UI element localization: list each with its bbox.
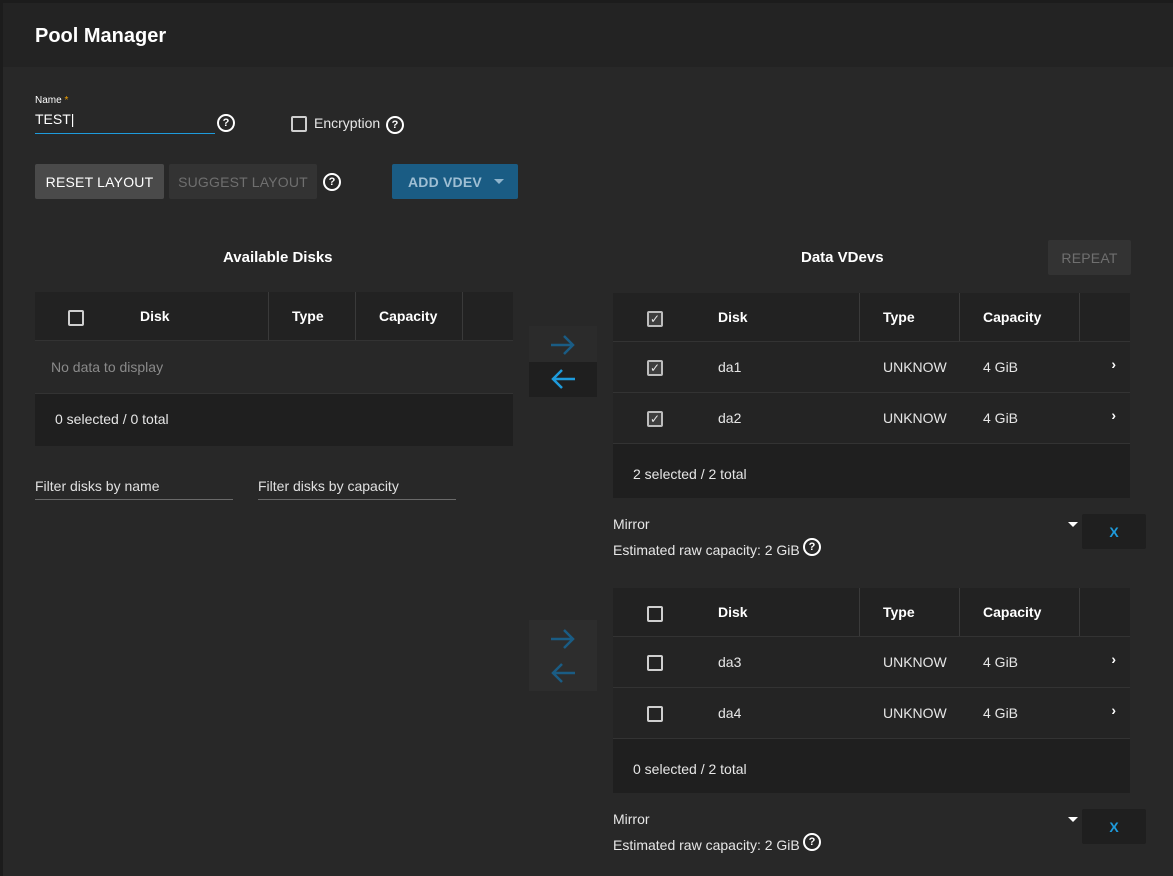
column-divider — [859, 588, 860, 636]
vdev-group-2-footer: 0 selected / 2 total — [633, 761, 747, 777]
repeat-button[interactable]: REPEAT — [1048, 240, 1131, 275]
disk-capacity: 4 GiB — [983, 410, 1019, 426]
table-row[interactable]: da4 UNKNOW 4 GiB › — [613, 688, 1130, 739]
empty-message: No data to display — [51, 359, 164, 375]
move-left-arrow-icon[interactable] — [529, 656, 597, 690]
column-divider — [268, 292, 269, 340]
pool-manager-panel: Pool Manager Name * TEST| ? Encryption ?… — [3, 3, 1173, 876]
text-cursor: | — [70, 111, 75, 127]
row-checkbox[interactable]: ✓ — [647, 360, 663, 376]
disk-type: UNKNOW — [883, 410, 947, 426]
reset-layout-button[interactable]: RESET LAYOUT — [35, 164, 164, 199]
chevron-right-icon[interactable]: › — [1111, 407, 1116, 423]
add-vdev-button[interactable]: ADD VDEV — [392, 164, 518, 199]
row-checkbox[interactable]: ✓ — [647, 411, 663, 427]
page-header: Pool Manager — [3, 3, 1173, 67]
chevron-right-icon[interactable]: › — [1111, 356, 1116, 372]
available-disks-footer: 0 selected / 0 total — [55, 411, 169, 427]
vdev-1-capacity-help-icon[interactable]: ? — [803, 538, 821, 556]
vdev-2-capacity-help-icon[interactable]: ? — [803, 833, 821, 851]
select-all-vdev-2-checkbox[interactable] — [647, 606, 663, 622]
column-divider — [1079, 293, 1080, 341]
chevron-right-icon[interactable]: › — [1111, 702, 1116, 718]
vdev-1-layout-dropdown-icon[interactable] — [1068, 522, 1078, 527]
data-vdevs-title: Data VDevs — [801, 249, 884, 266]
disk-capacity: 4 GiB — [983, 359, 1019, 375]
disk-type: UNKNOW — [883, 359, 947, 375]
table-row[interactable]: ✓ da1 UNKNOW 4 GiB › — [613, 342, 1130, 393]
column-divider — [355, 292, 356, 340]
encryption-checkbox[interactable] — [291, 116, 307, 132]
move-right-arrow-icon[interactable] — [529, 328, 597, 362]
transfer-controls-1 — [529, 326, 597, 397]
row-checkbox[interactable] — [647, 655, 663, 671]
available-disks-table: Disk Type Capacity No data to display 0 … — [35, 292, 513, 446]
column-divider — [1079, 588, 1080, 636]
vdev-1-estimated-capacity: Estimated raw capacity: 2 GiB — [613, 542, 800, 558]
name-input[interactable]: TEST| — [35, 111, 215, 134]
name-label: Name * — [35, 95, 68, 106]
chevron-right-icon[interactable]: › — [1111, 651, 1116, 667]
suggest-layout-button[interactable]: SUGGEST LAYOUT — [169, 164, 317, 199]
vdev-group-1-table: ✓ Disk Type Capacity ✓ da1 UNKNOW 4 GiB … — [613, 293, 1130, 498]
disk-capacity: 4 GiB — [983, 654, 1019, 670]
vdev-group-1-footer: 2 selected / 2 total — [633, 466, 747, 482]
disk-name: da4 — [718, 705, 742, 721]
page-title: Pool Manager — [35, 25, 167, 47]
transfer-controls-2 — [529, 620, 597, 691]
available-disks-title: Available Disks — [223, 249, 333, 266]
add-vdev-dropdown-icon[interactable] — [494, 179, 504, 184]
vdev-2-layout-select[interactable]: Mirror — [613, 811, 650, 827]
disk-name: da2 — [718, 410, 742, 426]
column-disk[interactable]: Disk — [718, 309, 748, 325]
disk-name: da1 — [718, 359, 742, 375]
name-help-icon[interactable]: ? — [217, 114, 235, 132]
column-divider — [959, 588, 960, 636]
filter-by-capacity-input[interactable]: Filter disks by capacity — [258, 478, 456, 500]
table-row[interactable]: ✓ da2 UNKNOW 4 GiB › — [613, 393, 1130, 444]
vdev-group-2-table: Disk Type Capacity da3 UNKNOW 4 GiB › da… — [613, 588, 1130, 793]
required-mark: * — [64, 95, 69, 106]
vdev-group-1-header: ✓ Disk Type Capacity — [613, 293, 1130, 342]
name-input-value: TEST — [35, 111, 71, 127]
available-disks-header: Disk Type Capacity — [35, 292, 513, 341]
column-type[interactable]: Type — [883, 604, 915, 620]
column-divider — [859, 293, 860, 341]
encryption-help-icon[interactable]: ? — [386, 116, 404, 134]
vdev-2-layout-dropdown-icon[interactable] — [1068, 817, 1078, 822]
column-disk[interactable]: Disk — [140, 308, 170, 324]
disk-type: UNKNOW — [883, 654, 947, 670]
select-all-vdev-1-checkbox[interactable]: ✓ — [647, 311, 663, 327]
table-row[interactable]: da3 UNKNOW 4 GiB › — [613, 637, 1130, 688]
column-type[interactable]: Type — [883, 309, 915, 325]
column-divider — [462, 292, 463, 340]
column-type[interactable]: Type — [292, 308, 324, 324]
disk-type: UNKNOW — [883, 705, 947, 721]
disk-capacity: 4 GiB — [983, 705, 1019, 721]
disk-name: da3 — [718, 654, 742, 670]
filter-by-name-input[interactable]: Filter disks by name — [35, 478, 233, 500]
encryption-label: Encryption — [314, 115, 381, 131]
vdev-2-estimated-capacity: Estimated raw capacity: 2 GiB — [613, 837, 800, 853]
select-all-available-checkbox[interactable] — [68, 310, 84, 326]
remove-vdev-1-button[interactable]: X — [1082, 514, 1146, 549]
column-capacity[interactable]: Capacity — [379, 308, 437, 324]
remove-vdev-2-button[interactable]: X — [1082, 809, 1146, 844]
vdev-group-2-header: Disk Type Capacity — [613, 588, 1130, 637]
move-left-button[interactable] — [529, 362, 597, 397]
add-vdev-label: ADD VDEV — [408, 173, 482, 190]
name-label-text: Name — [35, 95, 62, 106]
column-capacity[interactable]: Capacity — [983, 309, 1041, 325]
row-checkbox[interactable] — [647, 706, 663, 722]
column-disk[interactable]: Disk — [718, 604, 748, 620]
vdev-1-layout-select[interactable]: Mirror — [613, 516, 650, 532]
column-capacity[interactable]: Capacity — [983, 604, 1041, 620]
layout-help-icon[interactable]: ? — [323, 173, 341, 191]
empty-row: No data to display — [35, 341, 513, 394]
move-left-arrow-icon[interactable] — [529, 362, 597, 396]
move-right-arrow-icon[interactable] — [529, 622, 597, 656]
column-divider — [959, 293, 960, 341]
